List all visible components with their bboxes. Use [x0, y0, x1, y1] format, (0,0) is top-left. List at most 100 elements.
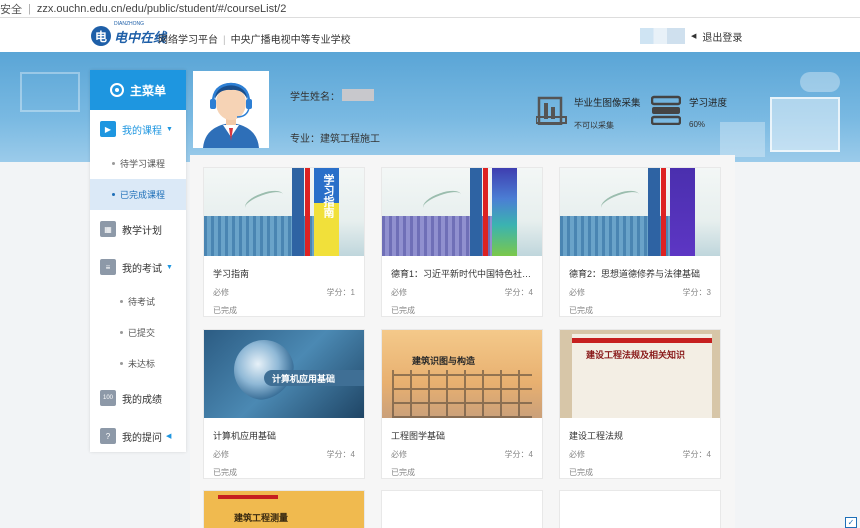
course-title: 建设工程法规 — [560, 418, 710, 442]
course-card[interactable]: 德育1：习近平新时代中国特色社会主... 必修 学分：4 已完成 — [381, 167, 543, 317]
image-collect-icon — [536, 95, 568, 125]
banner-decoration — [770, 97, 840, 152]
course-meta: 必修 学分：4 — [382, 442, 542, 460]
course-card[interactable]: 德育2：思想道德修养与法律基础 必修 学分：3 已完成 — [559, 167, 721, 317]
play-icon: ▶ — [100, 121, 116, 137]
site-logo[interactable]: 电 DIANZHONG 电中在线 — [91, 26, 166, 46]
course-cover: 学习指南 — [204, 168, 364, 256]
photo-collect-value: 不可以采集 — [574, 120, 641, 131]
course-meta: 必修 学分：1 — [204, 280, 364, 298]
user-area: ◀ 退出登录 — [640, 28, 742, 44]
student-name-row: 学生姓名： — [290, 85, 380, 105]
leaf-decoration — [598, 187, 641, 216]
course-credit: 学分：4 — [327, 449, 355, 460]
photo-collect-text: 毕业生图像采集 不可以采集 — [574, 95, 641, 131]
book-spine — [292, 168, 304, 256]
bullet-icon — [120, 300, 123, 303]
sidebar-item-label: 待学习课程 — [120, 157, 165, 170]
sidebar-item-submitted-exams[interactable]: 已提交 — [90, 317, 186, 348]
course-meta: 必修 学分：4 — [382, 280, 542, 298]
leaf-decoration — [242, 187, 285, 216]
sidebar-item-completed-courses[interactable]: 已完成课程 — [90, 179, 186, 210]
url-text[interactable]: zzx.ouchn.edu.cn/edu/public/student/#/co… — [37, 3, 287, 15]
student-major-label: 专业： — [290, 130, 320, 145]
sidebar-item-my-grades[interactable]: 100 我的成绩 — [90, 379, 186, 417]
course-status: 已完成 — [204, 460, 364, 478]
book-band — [218, 495, 278, 499]
course-card[interactable]: 建设工程法规及相关知识 建设工程法规 必修 学分：4 已完成 — [559, 329, 721, 479]
sidebar-item-teaching-plan[interactable]: ▦ 教学计划 — [90, 210, 186, 248]
logout-label: 退出登录 — [702, 29, 742, 44]
cover-title: 学习指南 — [314, 168, 342, 224]
course-status: 已完成 — [560, 298, 720, 316]
bullet-icon — [112, 162, 115, 165]
question-icon: ? — [100, 428, 116, 444]
course-type: 必修 — [569, 287, 585, 298]
document-icon: ≡ — [100, 259, 116, 275]
security-indicator[interactable]: 安全 — [0, 1, 22, 17]
student-name-redacted — [342, 89, 374, 101]
banner-decoration — [800, 72, 840, 92]
course-card[interactable] — [559, 490, 721, 528]
book-title-ribbon — [492, 168, 517, 256]
course-meta: 必修 学分：4 — [204, 442, 364, 460]
course-type: 必修 — [569, 449, 585, 460]
book-spine — [648, 168, 660, 256]
sidebar-item-label: 未达标 — [128, 357, 155, 370]
sidebar-item-label: 我的考试 — [122, 260, 162, 275]
sidebar-item-failed-exams[interactable]: 未达标 — [90, 348, 186, 379]
course-cover — [382, 168, 542, 256]
book-band — [305, 168, 310, 256]
student-name-label: 学生姓名： — [290, 88, 340, 103]
course-title: 工程图学基础 — [382, 418, 532, 442]
logout-button[interactable]: ◀ 退出登录 — [691, 29, 742, 44]
book-spine — [470, 168, 482, 256]
logo-icon: 电 — [91, 26, 111, 46]
course-card[interactable] — [381, 490, 543, 528]
sidebar-item-my-exams[interactable]: ≡ 我的考试 ▼ — [90, 248, 186, 286]
course-cover: 计算机应用基础 — [204, 330, 364, 418]
sidebar-item-label: 已提交 — [128, 326, 155, 339]
sidebar-item-pending-courses[interactable]: 待学习课程 — [90, 148, 186, 179]
study-progress-label: 学习进度 — [689, 95, 727, 109]
course-status: 已完成 — [204, 298, 364, 316]
browser-address-bar[interactable]: 安全 | zzx.ouchn.edu.cn/edu/public/student… — [0, 0, 860, 18]
sidebar-item-label: 已完成课程 — [120, 188, 165, 201]
chevron-left-icon: ◀ — [166, 432, 171, 440]
book-page — [572, 334, 712, 418]
course-meta: 必修 学分：4 — [560, 442, 720, 460]
course-credit: 学分：3 — [683, 287, 711, 298]
course-title: 计算机应用基础 — [204, 418, 354, 442]
sidebar-item-label: 我的成绩 — [122, 391, 162, 406]
course-list: 学习指南 学习指南 必修 学分：1 已完成 德育1：习近平新时代中国特色社会主.… — [190, 155, 735, 528]
platform-title: 网络学习平台|中央广播电视中等专业学校 — [158, 31, 351, 46]
study-progress-value: 60% — [689, 120, 727, 129]
photo-collect-label: 毕业生图像采集 — [574, 95, 641, 109]
photo-collect-stat[interactable]: 毕业生图像采集 不可以采集 — [536, 95, 641, 131]
student-avatar — [193, 71, 269, 148]
cover-title: 计算机应用基础 — [264, 370, 364, 386]
course-type: 必修 — [213, 449, 229, 460]
course-cover: 建设工程法规及相关知识 — [560, 330, 720, 418]
study-progress-stat[interactable]: 学习进度 60% — [651, 95, 727, 129]
sidebar-item-my-courses[interactable]: ▶ 我的课程 ▼ — [90, 110, 186, 148]
book-band — [483, 168, 488, 256]
sidebar-item-my-questions[interactable]: ? 我的提问 ◀ — [90, 417, 186, 455]
sidebar-item-pending-exams[interactable]: 待考试 — [90, 286, 186, 317]
cover-title: 建设工程法规及相关知识 — [586, 350, 696, 361]
sidebar-item-label: 教学计划 — [122, 222, 162, 237]
course-credit: 学分：4 — [505, 287, 533, 298]
course-card[interactable]: 建筑工程测量 — [203, 490, 365, 528]
cover-title: 建筑工程测量 — [234, 511, 288, 524]
course-card[interactable]: 学习指南 学习指南 必修 学分：1 已完成 — [203, 167, 365, 317]
checkbox-icon[interactable]: ✓ — [845, 517, 857, 528]
course-card[interactable]: 计算机应用基础 计算机应用基础 必修 学分：4 已完成 — [203, 329, 365, 479]
book-title-ribbon — [670, 168, 695, 256]
course-card[interactable]: 建筑识图与构造 工程图学基础 必修 学分：4 已完成 — [381, 329, 543, 479]
sidebar-item-label: 我的课程 — [122, 122, 162, 137]
platform-divider: | — [223, 35, 226, 46]
caret-left-icon: ◀ — [691, 32, 696, 40]
user-avatar[interactable] — [640, 28, 685, 44]
progress-icon — [651, 95, 681, 125]
student-major-value: 建筑工程施工 — [320, 130, 380, 145]
